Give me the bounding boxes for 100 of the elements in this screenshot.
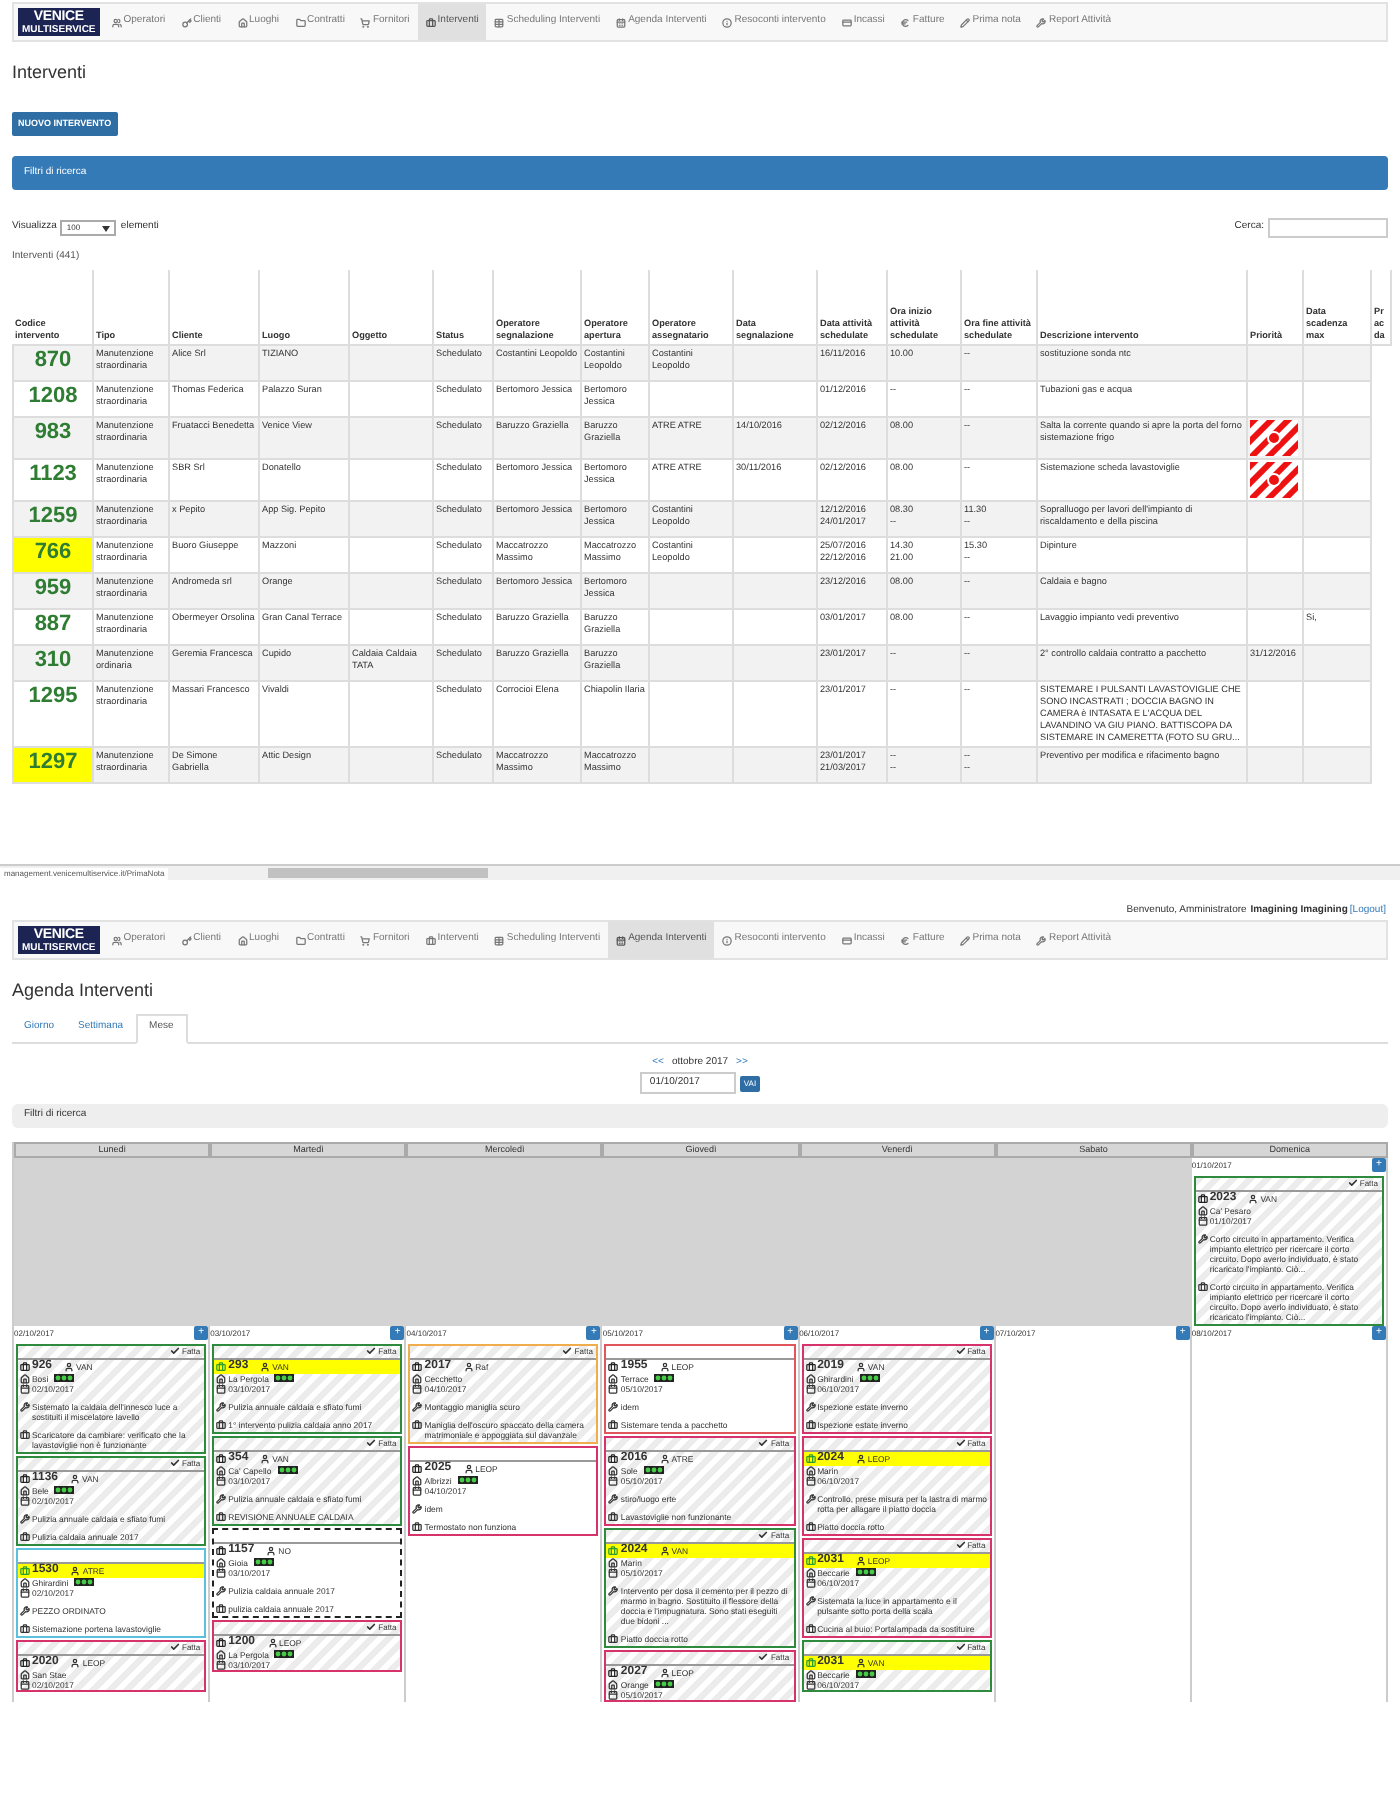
wrench-icon [1036,17,1047,27]
home-icon [216,1557,227,1567]
calendar-icon [616,935,627,945]
check-icon [955,1540,966,1550]
briefcase-icon [1197,1193,1208,1203]
appointment-card[interactable] [604,1527,796,1647]
check-icon [758,1652,769,1662]
calendar-icon [20,1587,30,1597]
card-icon [841,935,852,945]
calendar-icon [216,1567,227,1577]
briefcase-icon [20,1623,30,1633]
briefcase-icon [216,1637,227,1647]
calendar-icon [608,1567,619,1577]
check-icon [366,1346,377,1356]
home-icon [608,1373,619,1383]
check-icon [955,1642,966,1652]
briefcase-icon [805,1657,816,1667]
user-icon [855,1555,866,1565]
briefcase-icon [805,1453,816,1463]
calendar-icon [1197,1215,1208,1225]
home-icon [237,17,248,27]
wrench-icon [1036,935,1047,945]
calendar-icon [412,1485,423,1495]
wrench-icon [805,1595,816,1605]
table-cell [349,747,433,783]
calendar-icon [216,1475,227,1485]
info-icon [722,17,733,27]
wrench-icon [20,1605,30,1615]
wrench-icon [608,1585,619,1595]
wrench-icon [216,1401,227,1411]
home-icon [805,1567,816,1577]
folder-icon [295,17,306,27]
calendar-icon [20,1383,30,1393]
table-cell [733,747,817,783]
pencil-icon [960,17,971,27]
user-icon [260,1361,271,1371]
briefcase-icon [805,1521,816,1531]
code-cell[interactable]: 766 [13,537,93,573]
user-icon [659,1545,670,1555]
user-icon [659,1361,670,1371]
briefcase-icon [805,1419,816,1429]
home-icon [805,1669,816,1679]
calendar-icon [616,17,627,27]
calendar-icon [608,1689,619,1699]
calendar-icon [412,1383,423,1393]
home-icon [216,1373,227,1383]
users-icon [111,17,122,27]
wrench-icon [20,1401,30,1411]
home-icon [20,1373,30,1383]
code-cell[interactable]: 1297 [13,747,93,783]
briefcase-icon [425,935,436,945]
briefcase-icon [20,1565,30,1575]
check-icon [955,1346,966,1356]
card-icon [841,17,852,27]
briefcase-icon [20,1531,30,1541]
check-icon [170,1346,181,1356]
home-icon [216,1465,227,1475]
home-icon [412,1373,423,1383]
cart-icon [360,935,371,945]
briefcase-icon [412,1463,423,1473]
wrench-icon [412,1401,423,1411]
home-icon [805,1465,816,1475]
euro-icon [900,17,911,27]
check-icon [366,1622,377,1632]
briefcase-icon [20,1429,30,1439]
check-icon [170,1642,181,1652]
wrench-icon [805,1401,816,1411]
home-icon [608,1465,619,1475]
calendar-icon [216,1659,227,1669]
wrench-icon [216,1493,227,1503]
briefcase-icon [805,1623,816,1633]
appointment-card[interactable] [1193,1175,1384,1325]
user-icon [70,1473,81,1483]
user-icon [659,1667,670,1677]
user-icon [855,1657,866,1667]
briefcase-icon [20,1657,30,1667]
wrench-icon [1197,1233,1208,1243]
table-icon [494,935,505,945]
home-icon [20,1669,30,1679]
wrench-icon [608,1401,619,1411]
briefcase-icon [1197,1281,1208,1291]
briefcase-icon [608,1419,619,1429]
briefcase-icon [216,1453,227,1463]
briefcase-icon [216,1419,227,1429]
briefcase-icon [412,1361,423,1371]
check-icon [758,1438,769,1448]
cart-icon [360,17,371,27]
search-field[interactable] [1268,218,1388,238]
key-icon [181,17,192,27]
home-icon [805,1373,816,1383]
horizontal-scrollbar[interactable] [268,868,489,878]
check-icon [366,1438,377,1448]
user-icon [855,1453,866,1463]
page-title: Agenda Interventi [10,978,156,1004]
briefcase-icon [216,1511,227,1521]
home-icon [20,1485,30,1495]
briefcase-icon [608,1361,619,1371]
calendar-icon [805,1679,816,1689]
briefcase-icon [425,17,436,27]
calendar-icon [20,1679,30,1689]
